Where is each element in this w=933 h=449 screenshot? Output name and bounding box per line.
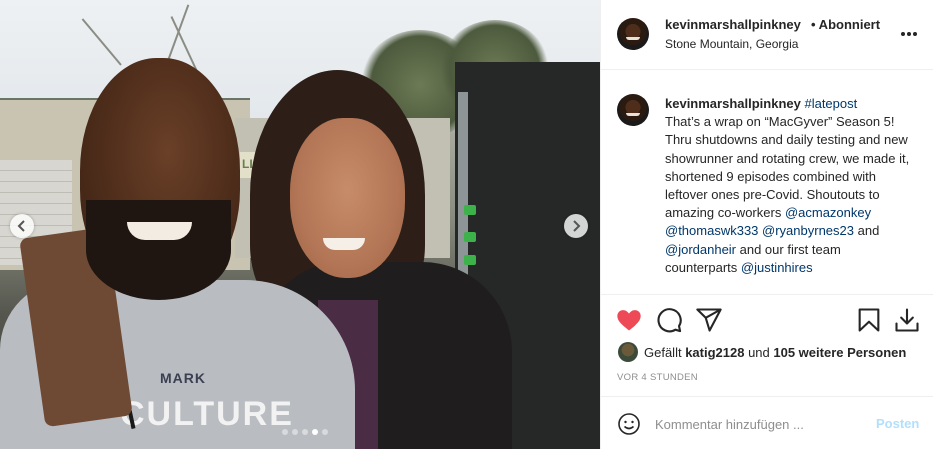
shirt-text: CULTURE bbox=[120, 395, 294, 433]
chevron-left-icon bbox=[17, 220, 25, 232]
post-header: kevinmarshallpinkney • Abonniert Stone M… bbox=[601, 0, 933, 70]
more-icon bbox=[901, 32, 917, 36]
carousel-dot bbox=[282, 429, 288, 435]
avatar[interactable] bbox=[617, 94, 649, 126]
c-stand-clamp bbox=[464, 205, 476, 215]
carousel-dot bbox=[312, 429, 318, 435]
more-options-button[interactable] bbox=[899, 22, 919, 51]
liker-avatar[interactable] bbox=[618, 342, 638, 362]
post-timestamp[interactable]: VOR 4 STUNDEN bbox=[617, 372, 698, 383]
carousel-dot bbox=[302, 429, 308, 435]
likes-summary: Gefällt katig2128 und 105 weitere Person… bbox=[644, 345, 906, 360]
carousel-dot bbox=[322, 429, 328, 435]
person-face bbox=[290, 118, 405, 278]
likes-row: Gefällt katig2128 und 105 weitere Person… bbox=[601, 342, 933, 362]
likes-others-link[interactable]: 105 weitere Personen bbox=[773, 345, 906, 360]
likes-prefix: Gefällt bbox=[644, 345, 686, 360]
comment-input[interactable] bbox=[655, 413, 855, 435]
comment-icon bbox=[657, 308, 682, 333]
post-media[interactable]: LLA MARK CULTURE bbox=[0, 0, 600, 449]
carousel-dot bbox=[292, 429, 298, 435]
bookmark-icon bbox=[858, 308, 880, 332]
caption-username[interactable]: kevinmarshallpinkney bbox=[665, 96, 801, 111]
mention-link[interactable]: @thomaswk333 bbox=[665, 223, 758, 238]
post-location[interactable]: Stone Mountain, Georgia bbox=[665, 37, 798, 51]
smile bbox=[127, 222, 192, 240]
caption-body: and bbox=[854, 223, 880, 239]
post-comment-button[interactable]: Posten bbox=[876, 416, 919, 431]
emoji-button[interactable] bbox=[617, 412, 641, 436]
caption-area: kevinmarshallpinkney #latepost That’s a … bbox=[601, 70, 933, 294]
download-icon bbox=[895, 308, 919, 332]
post-username[interactable]: kevinmarshallpinkney bbox=[665, 17, 801, 32]
instagram-post: LLA MARK CULTURE kevinmarshallpin bbox=[0, 0, 933, 449]
bookmark-button[interactable] bbox=[855, 306, 883, 334]
carousel-next-button[interactable] bbox=[564, 214, 588, 238]
chevron-right-icon bbox=[573, 220, 581, 232]
caption-text: kevinmarshallpinkney #latepost That’s a … bbox=[665, 95, 910, 277]
share-icon bbox=[696, 308, 722, 332]
smiley-icon bbox=[618, 413, 640, 435]
comment-button[interactable] bbox=[655, 306, 683, 334]
mention-link[interactable]: @acmazonkey bbox=[785, 205, 871, 220]
beard bbox=[86, 200, 231, 300]
smile bbox=[323, 238, 365, 250]
comment-bar: Posten bbox=[601, 396, 933, 449]
carousel-prev-button[interactable] bbox=[10, 214, 34, 238]
action-bar bbox=[601, 294, 933, 344]
download-button[interactable] bbox=[893, 306, 921, 334]
heart-icon bbox=[617, 310, 641, 331]
carousel-indicator bbox=[282, 429, 328, 435]
liker-username[interactable]: katig2128 bbox=[685, 345, 744, 360]
follow-status[interactable]: • Abonniert bbox=[811, 17, 880, 32]
post-side-panel: kevinmarshallpinkney • Abonniert Stone M… bbox=[600, 0, 933, 449]
mention-link[interactable]: @jordanheir bbox=[665, 242, 736, 257]
hashtag-link[interactable]: #latepost bbox=[804, 96, 857, 111]
likes-middle: und bbox=[744, 345, 774, 360]
avatar[interactable] bbox=[617, 18, 649, 50]
shirt-text: MARK bbox=[160, 370, 206, 386]
like-button[interactable] bbox=[615, 306, 643, 334]
share-button[interactable] bbox=[695, 306, 723, 334]
mention-link[interactable]: @justinhires bbox=[741, 260, 813, 275]
mention-link[interactable]: @ryanbyrnes23 bbox=[762, 223, 854, 238]
c-stand-clamp bbox=[464, 232, 476, 242]
c-stand-clamp bbox=[464, 255, 476, 265]
